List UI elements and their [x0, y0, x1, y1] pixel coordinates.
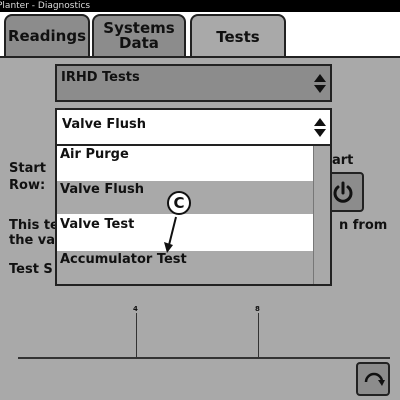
- timeline-axis: [18, 357, 390, 359]
- axis-tick-8: [258, 313, 259, 358]
- callout-pointer-arrow: [164, 216, 177, 253]
- tab-tests-label: Tests: [216, 27, 260, 46]
- test-select-dropdown[interactable]: Valve Flush: [55, 108, 332, 146]
- up-down-arrows-icon: [314, 74, 326, 94]
- window-title-bar: Planter - Diagnostics: [0, 0, 400, 12]
- window-title: Planter - Diagnostics: [0, 1, 91, 11]
- start-label-partial: art: [332, 153, 354, 168]
- tab-tests[interactable]: Tests: [190, 14, 286, 58]
- test-category-dropdown[interactable]: IRHD Tests: [55, 64, 332, 102]
- tab-readings[interactable]: Readings: [4, 14, 90, 56]
- tab-systems-data-label: Systems Data: [103, 19, 175, 52]
- test-status-label: Test S: [9, 262, 53, 277]
- tab-bar: Readings Systems Data Tests: [0, 12, 400, 58]
- power-icon: [333, 181, 353, 203]
- option-air-purge[interactable]: Air Purge: [57, 146, 316, 179]
- tests-panel: IRHD Tests Valve Flush Start Row: art Th…: [0, 56, 400, 400]
- test-description-partial: n from: [339, 218, 388, 233]
- tab-readings-label: Readings: [7, 26, 87, 45]
- callout-marker: C: [167, 191, 191, 215]
- test-category-value: IRHD Tests: [61, 70, 140, 85]
- list-scrollbar[interactable]: [313, 146, 330, 284]
- option-valve-test[interactable]: Valve Test: [57, 216, 316, 249]
- test-options-list[interactable]: Air Purge Valve Flush Valve Test Accumul…: [55, 146, 332, 286]
- axis-tick-label: 4: [133, 305, 138, 313]
- tab-systems-data[interactable]: Systems Data: [92, 14, 186, 56]
- option-accumulator-test[interactable]: Accumulator Test: [57, 251, 316, 284]
- up-down-arrows-icon: [314, 118, 326, 138]
- refresh-icon: [364, 372, 385, 386]
- reset-button[interactable]: [356, 362, 390, 396]
- axis-tick-4: [136, 313, 137, 358]
- test-select-value: Valve Flush: [62, 117, 146, 132]
- axis-tick-label: 8: [255, 305, 260, 313]
